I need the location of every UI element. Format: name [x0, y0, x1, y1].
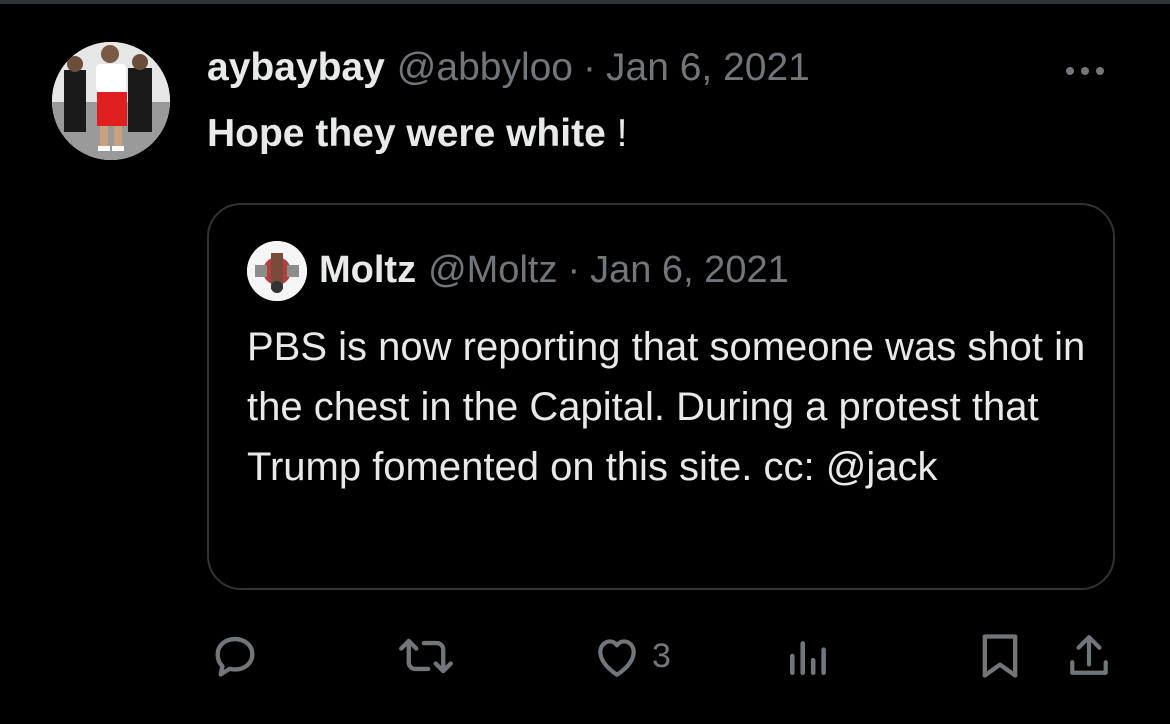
- heart-icon: [598, 639, 636, 677]
- quoted-author-handle: @Moltz: [428, 249, 558, 291]
- reply-button[interactable]: [209, 630, 261, 682]
- avatar-photo: [52, 42, 170, 160]
- tweet-header: aybaybay @abbyloo · Jan 6, 2021: [207, 46, 810, 98]
- views-chart-icon: [789, 641, 826, 676]
- share-button[interactable]: [1066, 630, 1112, 682]
- tweet-text-main: Hope they were white: [207, 112, 606, 155]
- tweet-text: Hope they were white !: [207, 112, 627, 156]
- quoted-avatar-image: [247, 241, 307, 301]
- more-icon[interactable]: [1066, 58, 1114, 84]
- like-count: 3: [652, 636, 671, 675]
- share-icon: [1070, 635, 1108, 675]
- action-bar: 3: [0, 630, 1170, 690]
- author-name[interactable]: aybaybay: [207, 46, 385, 90]
- author-avatar[interactable]: [52, 42, 170, 160]
- quoted-author-name: Moltz: [319, 249, 417, 291]
- quoted-tweet-card[interactable]: Moltz @Moltz · Jan 6, 2021 PBS is now re…: [207, 203, 1115, 590]
- retweet-icon: [399, 638, 453, 674]
- tweet-text-tail: !: [605, 112, 628, 155]
- bookmark-button[interactable]: [978, 630, 1022, 682]
- quoted-tweet-date: Jan 6, 2021: [590, 249, 789, 291]
- retweet-button[interactable]: [398, 630, 454, 682]
- tweet-date[interactable]: Jan 6, 2021: [606, 46, 810, 90]
- like-button[interactable]: 3: [592, 632, 671, 680]
- quoted-author-avatar: [247, 241, 307, 301]
- quoted-header-separator: ·: [567, 249, 581, 291]
- header-separator: ·: [583, 46, 597, 89]
- reply-icon: [215, 636, 255, 677]
- views-button[interactable]: [786, 630, 832, 682]
- quoted-tweet-text: PBS is now reporting that someone was sh…: [247, 325, 1086, 489]
- bookmark-icon: [982, 634, 1018, 678]
- top-divider: [0, 0, 1170, 4]
- author-handle[interactable]: @abbyloo: [397, 46, 573, 90]
- quoted-tweet-header: Moltz @Moltz · Jan 6, 2021: [319, 249, 789, 292]
